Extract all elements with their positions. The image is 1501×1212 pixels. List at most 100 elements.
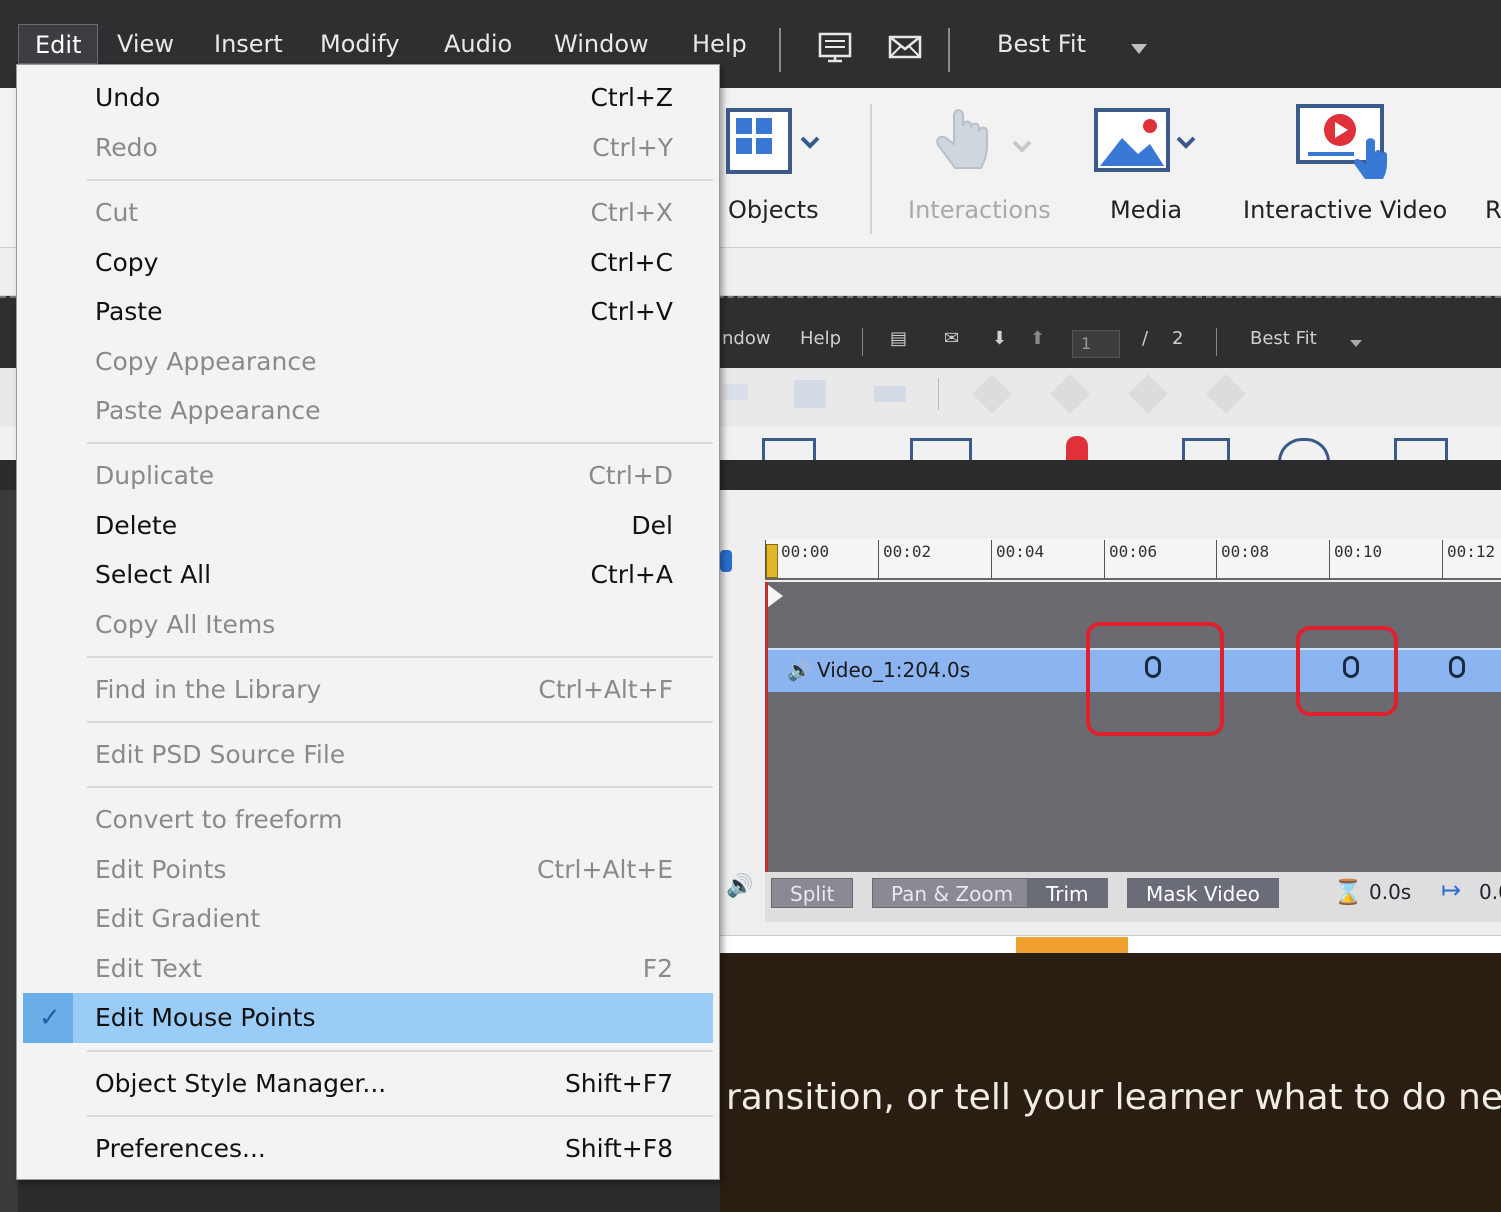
video-track-label: Video_1:204.0s [817, 658, 971, 682]
menu-separator [779, 28, 781, 72]
interactive-video-button[interactable]: Interactive Video [1243, 196, 1447, 224]
ruler-tick [878, 540, 879, 578]
menu-item-preferences[interactable]: Preferences... Shift+F8 [23, 1124, 713, 1172]
ribbon-cutoff-button[interactable]: R [1485, 196, 1501, 224]
inner-menu-help[interactable]: Help [800, 328, 841, 349]
arrow-down-icon[interactable]: ⬇ [992, 328, 1007, 349]
menu-item-paste[interactable]: Paste Ctrl+V [23, 287, 713, 335]
media-icon[interactable] [1092, 106, 1202, 176]
menu-item-convert-to-freeform[interactable]: Convert to freeform [23, 795, 713, 843]
menu-item-label: Object Style Manager... [95, 1069, 387, 1098]
lock-icon[interactable] [720, 550, 732, 572]
record-icon [1066, 436, 1088, 460]
menu-item-edit-mouse-points[interactable]: ✓ Edit Mouse Points [23, 993, 713, 1043]
pan-zoom-button[interactable]: Pan & Zoom [872, 878, 1033, 908]
menu-item-cut[interactable]: Cut Ctrl+X [23, 188, 713, 236]
offset-value[interactable]: 0.0 [1479, 880, 1501, 904]
chevron-down-icon[interactable] [1131, 44, 1147, 54]
interactions-button[interactable]: Interactions [908, 196, 1051, 224]
distribute-icon [794, 380, 826, 408]
mail-icon[interactable] [888, 30, 922, 64]
inner-separator [862, 328, 863, 356]
ruler-label: 00:06 [1109, 542, 1158, 561]
menu-view[interactable]: View [101, 24, 190, 64]
chevron-down-icon[interactable] [1350, 340, 1362, 347]
inner-notes-icon[interactable]: ▤ [890, 328, 907, 349]
menu-item-copy-appearance[interactable]: Copy Appearance [23, 337, 713, 385]
menu-separator [87, 1115, 713, 1117]
menu-item-shortcut: Ctrl+D [588, 461, 673, 490]
menu-separator [948, 28, 950, 72]
objects-button[interactable]: Objects [728, 196, 819, 224]
app-window: Edit View Insert Modify Audio Window Hel… [0, 0, 1501, 1212]
playhead-handle[interactable] [766, 544, 778, 578]
menu-item-redo[interactable]: Redo Ctrl+Y [23, 123, 713, 171]
menu-item-shortcut: Ctrl+C [590, 248, 673, 277]
inner-mail-icon[interactable]: ✉ [944, 328, 959, 349]
menu-item-edit-psd-source[interactable]: Edit PSD Source File [23, 730, 713, 778]
menu-item-shortcut: Ctrl+Z [590, 83, 673, 112]
menu-insert[interactable]: Insert [198, 24, 299, 64]
arrow-up-icon[interactable]: ⬆ [1030, 328, 1045, 349]
menu-item-label: Copy All Items [95, 610, 276, 639]
slide-caption[interactable]: ransition, or tell your learner what to … [726, 1077, 1501, 1118]
ruler-label: 00:12 [1447, 542, 1496, 561]
menu-item-label: Edit Mouse Points [95, 1003, 316, 1032]
menu-item-edit-gradient[interactable]: Edit Gradient [23, 894, 713, 942]
slide-notes-icon[interactable] [818, 30, 852, 64]
interactive-video-icon[interactable] [1294, 102, 1394, 182]
menu-item-shortcut: Ctrl+Alt+E [536, 855, 673, 884]
mouse-point-icon[interactable] [1449, 656, 1465, 678]
menu-item-paste-appearance[interactable]: Paste Appearance [23, 386, 713, 434]
menu-item-undo[interactable]: Undo Ctrl+Z [23, 73, 713, 121]
highlight-box [1296, 626, 1398, 716]
save-icon [1182, 438, 1230, 460]
objects-icon[interactable] [724, 106, 824, 176]
split-button[interactable]: Split [771, 878, 854, 908]
trim-button[interactable]: Trim [1027, 878, 1108, 908]
ruler-label: 00:00 [781, 542, 830, 561]
interactions-icon [936, 109, 1032, 169]
send-backward-icon [1050, 374, 1090, 414]
menu-item-label: Select All [95, 560, 212, 589]
menu-item-find-in-library[interactable]: Find in the Library Ctrl+Alt+F [23, 665, 713, 713]
menu-item-copy-all-items[interactable]: Copy All Items [23, 600, 713, 648]
menu-modify[interactable]: Modify [304, 24, 416, 64]
inner-zoom-select[interactable]: Best Fit [1250, 328, 1317, 349]
menu-item-select-all[interactable]: Select All Ctrl+A [23, 550, 713, 598]
inner-menu-window[interactable]: ndow [722, 328, 771, 349]
menu-item-label: Copy Appearance [95, 347, 317, 376]
playhead-line [765, 582, 768, 872]
inner-page-input[interactable]: 1 [1072, 330, 1120, 358]
menu-edit[interactable]: Edit [18, 24, 99, 64]
menu-item-label: Duplicate [95, 461, 215, 490]
mask-video-button[interactable]: Mask Video [1127, 878, 1279, 908]
menu-audio[interactable]: Audio [428, 24, 528, 64]
highlight-box [1086, 622, 1224, 736]
zoom-select[interactable]: Best Fit [997, 30, 1086, 58]
menu-item-label: Edit PSD Source File [95, 740, 346, 769]
toolbar-separator [938, 378, 939, 410]
timeline-ruler[interactable]: 00:00 00:02 00:04 00:06 00:08 00:10 00:1… [765, 538, 1501, 580]
menu-item-label: Edit Gradient [95, 904, 261, 933]
menu-item-label: Redo [95, 133, 158, 162]
menu-item-edit-points[interactable]: Edit Points Ctrl+Alt+E [23, 845, 713, 893]
menu-item-shortcut: Del [631, 511, 673, 540]
duration-value[interactable]: 0.0s [1369, 880, 1411, 904]
menu-item-duplicate[interactable]: Duplicate Ctrl+D [23, 451, 713, 499]
menu-separator [87, 721, 713, 723]
ruler-label: 00:02 [883, 542, 932, 561]
menu-item-edit-text[interactable]: Edit Text F2 [23, 944, 713, 992]
menu-help[interactable]: Help [676, 24, 763, 64]
menu-item-delete[interactable]: Delete Del [23, 501, 713, 549]
play-icon [1278, 438, 1330, 462]
stage-header [720, 935, 1501, 953]
speaker-icon[interactable]: 🔊 [726, 874, 753, 899]
media-button[interactable]: Media [1110, 196, 1182, 224]
menu-item-object-style-manager[interactable]: Object Style Manager... Shift+F7 [23, 1059, 713, 1107]
menu-window[interactable]: Window [538, 24, 665, 64]
inner-page-separator: / [1142, 328, 1149, 349]
menu-item-shortcut: Ctrl+X [590, 198, 673, 227]
menu-item-copy[interactable]: Copy Ctrl+C [23, 238, 713, 286]
menu-item-label: Paste Appearance [95, 396, 321, 425]
